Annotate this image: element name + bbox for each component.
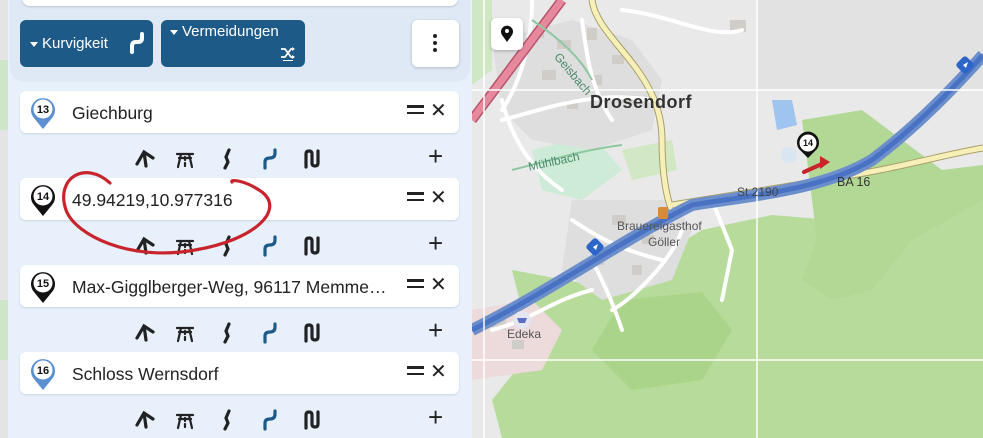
slight-curve-icon[interactable]: [216, 148, 238, 170]
add-waypoint-button[interactable]: +: [428, 142, 443, 170]
map-canvas: [472, 0, 983, 438]
svg-text:16: 16: [37, 365, 49, 377]
segment-options-row: +: [0, 316, 472, 350]
waypoint-marker-icon: 14: [31, 185, 55, 216]
fast-route-icon[interactable]: [134, 409, 156, 431]
waypoint-row[interactable]: 13 Giechburg ✕: [20, 91, 459, 133]
drag-handle-icon[interactable]: [407, 366, 425, 380]
add-waypoint-button[interactable]: +: [428, 229, 443, 257]
search-field[interactable]: [22, 0, 458, 6]
remove-waypoint-button[interactable]: ✕: [430, 187, 447, 209]
waypoint-marker-icon: 16: [31, 359, 55, 390]
slight-curve-icon[interactable]: [216, 322, 238, 344]
add-waypoint-button[interactable]: +: [428, 403, 443, 431]
waypoint-row[interactable]: 16 Schloss Wernsdorf ✕: [20, 352, 459, 394]
curvy-road-icon[interactable]: [260, 409, 282, 431]
avoidances-label: Vermeidungen: [170, 23, 279, 40]
drag-handle-icon[interactable]: [407, 105, 425, 119]
map-marker-number: 14: [802, 138, 813, 148]
waypoint-name[interactable]: Max-Gigglberger-Weg, 96117 Memmelsdorf: [72, 277, 387, 298]
slight-curve-icon[interactable]: [216, 235, 238, 257]
map-edge-strip: [0, 0, 8, 438]
curvy-road-icon: [130, 32, 144, 54]
route-panel: Kurvigkeit Vermeidungen 13 Giechburg ✕ 1…: [0, 0, 472, 438]
remove-waypoint-button[interactable]: ✕: [430, 100, 447, 122]
town-label: Drosendorf: [590, 92, 693, 112]
locate-button[interactable]: [491, 18, 523, 50]
curvy-road-icon[interactable]: [260, 235, 282, 257]
drag-handle-icon[interactable]: [407, 279, 425, 293]
road-label: BA 16: [837, 175, 871, 189]
more-options-button[interactable]: [412, 20, 459, 67]
add-waypoint-button[interactable]: +: [428, 316, 443, 344]
fast-route-icon[interactable]: [134, 148, 156, 170]
highway-icon[interactable]: [174, 148, 196, 170]
highway-icon[interactable]: [174, 322, 196, 344]
very-curvy-icon[interactable]: [302, 148, 324, 170]
waypoint-marker-icon: 13: [31, 98, 55, 129]
remove-waypoint-button[interactable]: ✕: [430, 274, 447, 296]
waypoint-name[interactable]: Giechburg: [72, 103, 387, 124]
highway-icon[interactable]: [174, 235, 196, 257]
segment-options-row: +: [0, 142, 472, 176]
poi-label: Brauereigasthof: [617, 219, 702, 233]
location-pin-icon: [501, 25, 513, 42]
very-curvy-icon[interactable]: [302, 409, 324, 431]
fast-route-icon[interactable]: [134, 322, 156, 344]
svg-text:15: 15: [37, 278, 49, 290]
waypoint-name[interactable]: 49.94219,10.977316: [72, 190, 387, 211]
very-curvy-icon[interactable]: [302, 322, 324, 344]
svg-text:13: 13: [37, 104, 49, 116]
curvature-button[interactable]: Kurvigkeit: [20, 20, 153, 67]
highway-icon[interactable]: [174, 409, 196, 431]
poi-label: Edeka: [507, 327, 542, 341]
slight-curve-icon[interactable]: [216, 409, 238, 431]
poi-label: Göller: [648, 235, 681, 249]
remove-waypoint-button[interactable]: ✕: [430, 361, 447, 383]
avoidances-button[interactable]: Vermeidungen: [161, 20, 305, 67]
waypoint-marker-icon: 15: [31, 272, 55, 303]
svg-text:14: 14: [37, 191, 50, 203]
map-view[interactable]: Drosendorf Geisbach Mühlbach St 2190 BA …: [472, 0, 983, 438]
waypoint-row[interactable]: 15 Max-Gigglberger-Weg, 96117 Memmelsdor…: [20, 265, 459, 307]
more-vertical-icon: [433, 34, 437, 55]
segment-options-row: +: [0, 403, 472, 437]
fast-route-icon[interactable]: [134, 235, 156, 257]
very-curvy-icon[interactable]: [302, 235, 324, 257]
waypoint-row[interactable]: 14 49.94219,10.977316 ✕: [20, 178, 459, 220]
drag-handle-icon[interactable]: [407, 192, 425, 206]
road-label: St 2190: [737, 185, 779, 199]
curvature-label: Kurvigkeit: [30, 35, 108, 52]
waypoint-name[interactable]: Schloss Wernsdorf: [72, 364, 387, 385]
caret-down-icon: [170, 29, 178, 35]
shuffle-icon: [281, 47, 295, 61]
curvy-road-icon[interactable]: [260, 148, 282, 170]
curvy-road-icon[interactable]: [260, 322, 282, 344]
segment-options-row: +: [0, 229, 472, 263]
caret-down-icon: [30, 41, 38, 47]
